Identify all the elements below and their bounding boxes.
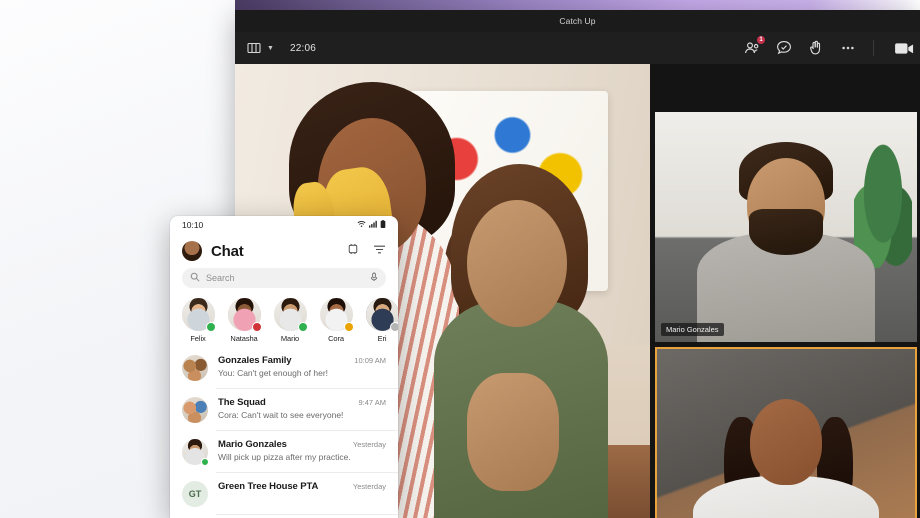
avatar[interactable] [319, 298, 354, 332]
contact-item[interactable]: Natasha [226, 298, 262, 343]
chat-preview: Will pick up pizza after my practice. [218, 452, 351, 462]
chat-timestamp: 10:09 AM [354, 356, 386, 365]
filter-icon[interactable] [373, 242, 386, 260]
chevron-down-icon[interactable]: ▼ [267, 45, 274, 52]
contact-name: Natasha [230, 334, 258, 343]
chat-list: Gonzales Family 10:09 AM You: Can't get en… [170, 347, 398, 515]
chat-timestamp: Yesterday [352, 482, 386, 491]
search-container: Search [170, 268, 398, 296]
people-icon[interactable]: 1 [743, 36, 765, 57]
avatar[interactable] [182, 241, 202, 261]
presence-badge [343, 322, 354, 332]
contact-name: Eri [377, 334, 387, 343]
participant-name-chip: Mario Gonzales [661, 323, 724, 336]
avatar[interactable] [273, 298, 308, 332]
chat-name: Mario Gonzales [218, 439, 287, 450]
wifi-icon [357, 220, 366, 230]
grid-icon[interactable] [247, 41, 261, 55]
battery-icon [380, 220, 386, 230]
chat-bubble-icon[interactable] [775, 39, 793, 57]
microphone-icon[interactable] [370, 269, 378, 287]
meeting-title: Catch Up [559, 16, 596, 26]
meeting-toolbar: ▼ 22:06 1 [235, 32, 920, 64]
participant-name-label: Mario Gonzales [666, 325, 719, 334]
chat-list-item[interactable]: Gonzales Family 10:09 AM You: Can't get en… [170, 347, 398, 389]
people-badge: 1 [757, 36, 765, 44]
presence-badge [389, 322, 398, 332]
chat-item-content: The Squad 9:47 AM Cora: Can't wait to see … [218, 397, 386, 420]
presence-badge [205, 322, 216, 332]
contact-name: Mario [280, 334, 300, 343]
avatar-initials: GT [182, 481, 208, 507]
avatar[interactable] [182, 439, 209, 466]
presence-badge [297, 322, 308, 332]
avatar[interactable] [227, 298, 262, 332]
window-titlebar: Catch Up [235, 10, 920, 32]
chat-app-header: Chat [170, 234, 398, 268]
chat-timestamp: 9:47 AM [358, 398, 386, 407]
presence-badge [251, 322, 262, 332]
new-chat-icon[interactable] [347, 242, 359, 260]
status-bar-icons [357, 220, 386, 230]
toolbar-right-group: 1 [743, 36, 920, 58]
chat-list-item[interactable]: Mario Gonzales Yesterday Will pick up pizz… [170, 431, 398, 473]
chat-preview: Cora: Can't wait to see everyone! [218, 410, 344, 420]
screenshot-root: Catch Up ▼ 22:06 1 Mario Gonzales 10:10 … [0, 0, 920, 518]
contact-item[interactable]: Eri [364, 298, 398, 343]
avatar[interactable] [181, 298, 216, 332]
chat-preview: You: Can't get enough of her! [218, 368, 329, 378]
search-placeholder: Search [206, 273, 235, 283]
more-options-icon[interactable] [839, 39, 857, 57]
avatar[interactable] [365, 298, 398, 332]
raise-hand-icon[interactable] [807, 39, 825, 57]
mobile-chat-overlay: 10:10 Chat Search Felix Natasha Mario Co… [170, 216, 398, 518]
phone-status-bar: 10:10 [170, 216, 398, 234]
video-tile-mario-gonzales[interactable]: Mario Gonzales [655, 112, 917, 342]
contact-name: Cora [328, 334, 344, 343]
avatar[interactable]: GT [182, 481, 208, 507]
side-video-column: Mario Gonzales [650, 64, 920, 518]
pinned-contacts-row[interactable]: Felix Natasha Mario Cora Eri [170, 296, 398, 347]
avatar[interactable] [182, 397, 208, 423]
video-tile-natasha-larso[interactable]: Natasha Larso [655, 347, 917, 518]
page-title: Chat [211, 242, 244, 260]
chat-name: The Squad [218, 397, 266, 408]
chat-name: Gonzales Family [218, 355, 292, 366]
chat-item-content: Gonzales Family 10:09 AM You: Can't get en… [218, 355, 386, 378]
chat-list-item[interactable]: The Squad 9:47 AM Cora: Can't wait to see … [170, 389, 398, 431]
chat-name: Green Tree House PTA [218, 481, 319, 492]
chat-item-content: Mario Gonzales Yesterday Will pick up pizz… [218, 439, 386, 462]
contact-item[interactable]: Cora [318, 298, 354, 343]
contact-name: Felix [190, 334, 206, 343]
search-icon [190, 269, 200, 287]
participant-video-feed [655, 112, 917, 342]
chat-list-item[interactable]: GT Green Tree House PTA Yesterday [170, 473, 398, 515]
signal-icon [369, 220, 377, 230]
search-input[interactable]: Search [182, 268, 386, 288]
chat-item-content: Green Tree House PTA Yesterday [218, 481, 386, 494]
toolbar-divider [873, 40, 874, 56]
chat-timestamp: Yesterday [352, 440, 386, 449]
presence-badge [201, 458, 209, 466]
participant-video-feed [657, 349, 915, 518]
avatar[interactable] [182, 355, 208, 381]
toolbar-left-group: ▼ 22:06 [247, 41, 316, 55]
camera-icon[interactable] [890, 38, 920, 58]
contact-item[interactable]: Felix [180, 298, 216, 343]
contact-item[interactable]: Mario [272, 298, 308, 343]
header-actions [347, 242, 386, 260]
status-bar-time: 10:10 [182, 220, 204, 230]
meeting-elapsed-time: 22:06 [289, 42, 316, 54]
